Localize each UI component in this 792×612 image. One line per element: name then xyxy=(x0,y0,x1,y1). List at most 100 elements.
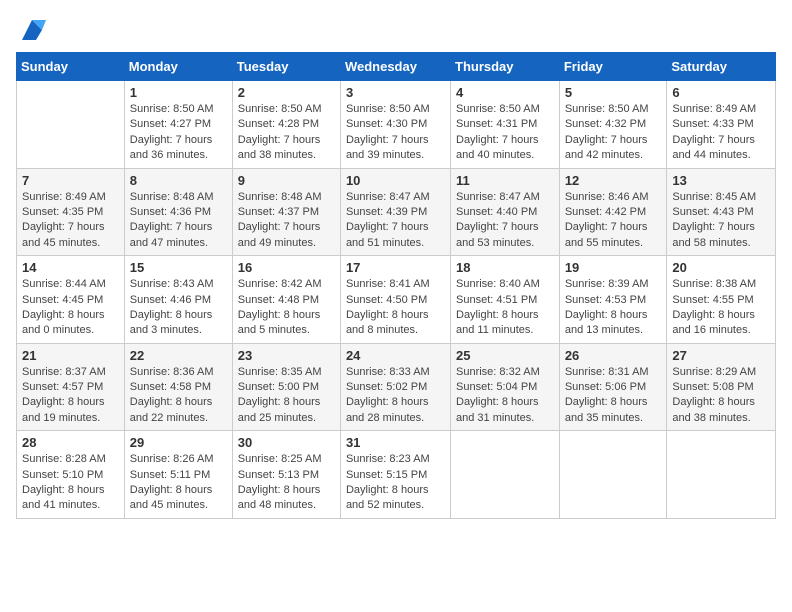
day-info: Sunrise: 8:36 AMSunset: 4:58 PMDaylight:… xyxy=(130,365,227,427)
calendar-cell xyxy=(17,81,125,169)
weekday-header-monday: Monday xyxy=(124,53,232,81)
day-info: Sunrise: 8:48 AMSunset: 4:37 PMDaylight:… xyxy=(238,190,335,252)
day-info: Sunrise: 8:47 AMSunset: 4:39 PMDaylight:… xyxy=(346,190,445,252)
day-number: 27 xyxy=(672,348,770,363)
calendar-cell: 5 Sunrise: 8:50 AMSunset: 4:32 PMDaylight… xyxy=(559,81,667,169)
day-number: 15 xyxy=(130,260,227,275)
day-number: 1 xyxy=(130,85,227,100)
day-number: 5 xyxy=(565,85,662,100)
calendar-week-row: 7Sunrise: 8:49 AMSunset: 4:35 PMDaylight… xyxy=(17,168,776,256)
day-info: Sunrise: 8:26 AMSunset: 5:11 PMDaylight:… xyxy=(130,452,227,514)
day-info: Sunrise: 8:47 AMSunset: 4:40 PMDaylight:… xyxy=(456,190,554,252)
day-info: Sunrise: 8:35 AMSunset: 5:00 PMDaylight:… xyxy=(238,365,335,427)
day-number: 18 xyxy=(456,260,554,275)
calendar-cell: 23 Sunrise: 8:35 AMSunset: 5:00 PMDayligh… xyxy=(232,343,340,431)
logo xyxy=(16,16,46,44)
day-number: 16 xyxy=(238,260,335,275)
day-number: 3 xyxy=(346,85,445,100)
weekday-header-row: SundayMondayTuesdayWednesdayThursdayFrid… xyxy=(17,53,776,81)
calendar-cell: 1 Sunrise: 8:50 AMSunset: 4:27 PMDaylight… xyxy=(124,81,232,169)
day-info: Sunrise: 8:41 AMSunset: 4:50 PMDaylight:… xyxy=(346,277,445,339)
day-info: Sunrise: 8:23 AMSunset: 5:15 PMDaylight:… xyxy=(346,452,445,514)
calendar-body: 1 Sunrise: 8:50 AMSunset: 4:27 PMDaylight… xyxy=(17,81,776,519)
calendar-cell: 9 Sunrise: 8:48 AMSunset: 4:37 PMDaylight… xyxy=(232,168,340,256)
day-number: 21 xyxy=(22,348,119,363)
day-number: 9 xyxy=(238,173,335,188)
calendar-cell: 8Sunrise: 8:48 AMSunset: 4:36 PMDaylight… xyxy=(124,168,232,256)
calendar-cell: 28 Sunrise: 8:28 AMSunset: 5:10 PMDayligh… xyxy=(17,431,125,519)
calendar-cell: 31 Sunrise: 8:23 AMSunset: 5:15 PMDayligh… xyxy=(340,431,450,519)
day-number: 2 xyxy=(238,85,335,100)
day-number: 22 xyxy=(130,348,227,363)
calendar-cell: 14 Sunrise: 8:44 AMSunset: 4:45 PMDayligh… xyxy=(17,256,125,344)
calendar-table: SundayMondayTuesdayWednesdayThursdayFrid… xyxy=(16,52,776,519)
calendar-cell: 25 Sunrise: 8:32 AMSunset: 5:04 PMDayligh… xyxy=(451,343,560,431)
day-info: Sunrise: 8:50 AMSunset: 4:27 PMDaylight:… xyxy=(130,102,227,164)
calendar-week-row: 21 Sunrise: 8:37 AMSunset: 4:57 PMDayligh… xyxy=(17,343,776,431)
day-info: Sunrise: 8:49 AMSunset: 4:35 PMDaylight:… xyxy=(22,190,119,252)
day-info: Sunrise: 8:50 AMSunset: 4:32 PMDaylight:… xyxy=(565,102,662,164)
day-number: 6 xyxy=(672,85,770,100)
calendar-cell: 11 Sunrise: 8:47 AMSunset: 4:40 PMDayligh… xyxy=(451,168,560,256)
day-number: 10 xyxy=(346,173,445,188)
day-info: Sunrise: 8:39 AMSunset: 4:53 PMDaylight:… xyxy=(565,277,662,339)
weekday-header-friday: Friday xyxy=(559,53,667,81)
day-number: 4 xyxy=(456,85,554,100)
weekday-header-saturday: Saturday xyxy=(667,53,776,81)
day-info: Sunrise: 8:32 AMSunset: 5:04 PMDaylight:… xyxy=(456,365,554,427)
calendar-cell: 13Sunrise: 8:45 AMSunset: 4:43 PMDayligh… xyxy=(667,168,776,256)
calendar-cell: 27 Sunrise: 8:29 AMSunset: 5:08 PMDayligh… xyxy=(667,343,776,431)
calendar-week-row: 14 Sunrise: 8:44 AMSunset: 4:45 PMDayligh… xyxy=(17,256,776,344)
logo-icon xyxy=(18,16,46,44)
weekday-header-sunday: Sunday xyxy=(17,53,125,81)
calendar-cell: 29Sunrise: 8:26 AMSunset: 5:11 PMDayligh… xyxy=(124,431,232,519)
calendar-cell xyxy=(667,431,776,519)
day-number: 28 xyxy=(22,435,119,450)
calendar-cell: 2 Sunrise: 8:50 AMSunset: 4:28 PMDaylight… xyxy=(232,81,340,169)
day-number: 30 xyxy=(238,435,335,450)
day-info: Sunrise: 8:40 AMSunset: 4:51 PMDaylight:… xyxy=(456,277,554,339)
day-number: 17 xyxy=(346,260,445,275)
day-info: Sunrise: 8:50 AMSunset: 4:28 PMDaylight:… xyxy=(238,102,335,164)
day-number: 20 xyxy=(672,260,770,275)
day-number: 8 xyxy=(130,173,227,188)
day-info: Sunrise: 8:38 AMSunset: 4:55 PMDaylight:… xyxy=(672,277,770,339)
day-number: 13 xyxy=(672,173,770,188)
calendar-cell: 12Sunrise: 8:46 AMSunset: 4:42 PMDayligh… xyxy=(559,168,667,256)
calendar-cell: 16 Sunrise: 8:42 AMSunset: 4:48 PMDayligh… xyxy=(232,256,340,344)
calendar-cell xyxy=(559,431,667,519)
day-info: Sunrise: 8:28 AMSunset: 5:10 PMDaylight:… xyxy=(22,452,119,514)
day-info: Sunrise: 8:29 AMSunset: 5:08 PMDaylight:… xyxy=(672,365,770,427)
day-number: 31 xyxy=(346,435,445,450)
day-number: 11 xyxy=(456,173,554,188)
calendar-cell: 10 Sunrise: 8:47 AMSunset: 4:39 PMDayligh… xyxy=(340,168,450,256)
day-info: Sunrise: 8:44 AMSunset: 4:45 PMDaylight:… xyxy=(22,277,119,339)
calendar-cell: 18 Sunrise: 8:40 AMSunset: 4:51 PMDayligh… xyxy=(451,256,560,344)
calendar-week-row: 28 Sunrise: 8:28 AMSunset: 5:10 PMDayligh… xyxy=(17,431,776,519)
calendar-cell: 26Sunrise: 8:31 AMSunset: 5:06 PMDayligh… xyxy=(559,343,667,431)
calendar-cell: 3 Sunrise: 8:50 AMSunset: 4:30 PMDaylight… xyxy=(340,81,450,169)
page-header xyxy=(16,16,776,44)
weekday-header-tuesday: Tuesday xyxy=(232,53,340,81)
day-number: 14 xyxy=(22,260,119,275)
calendar-cell: 22 Sunrise: 8:36 AMSunset: 4:58 PMDayligh… xyxy=(124,343,232,431)
day-number: 25 xyxy=(456,348,554,363)
day-number: 26 xyxy=(565,348,662,363)
calendar-cell: 6Sunrise: 8:49 AMSunset: 4:33 PMDaylight… xyxy=(667,81,776,169)
day-number: 12 xyxy=(565,173,662,188)
day-info: Sunrise: 8:42 AMSunset: 4:48 PMDaylight:… xyxy=(238,277,335,339)
calendar-week-row: 1 Sunrise: 8:50 AMSunset: 4:27 PMDaylight… xyxy=(17,81,776,169)
calendar-cell: 4Sunrise: 8:50 AMSunset: 4:31 PMDaylight… xyxy=(451,81,560,169)
calendar-cell xyxy=(451,431,560,519)
day-info: Sunrise: 8:43 AMSunset: 4:46 PMDaylight:… xyxy=(130,277,227,339)
calendar-cell: 24Sunrise: 8:33 AMSunset: 5:02 PMDayligh… xyxy=(340,343,450,431)
day-number: 23 xyxy=(238,348,335,363)
calendar-cell: 17 Sunrise: 8:41 AMSunset: 4:50 PMDayligh… xyxy=(340,256,450,344)
weekday-header-thursday: Thursday xyxy=(451,53,560,81)
calendar-cell: 21 Sunrise: 8:37 AMSunset: 4:57 PMDayligh… xyxy=(17,343,125,431)
calendar-cell: 15 Sunrise: 8:43 AMSunset: 4:46 PMDayligh… xyxy=(124,256,232,344)
day-info: Sunrise: 8:37 AMSunset: 4:57 PMDaylight:… xyxy=(22,365,119,427)
day-info: Sunrise: 8:33 AMSunset: 5:02 PMDaylight:… xyxy=(346,365,445,427)
calendar-cell: 30Sunrise: 8:25 AMSunset: 5:13 PMDayligh… xyxy=(232,431,340,519)
day-info: Sunrise: 8:50 AMSunset: 4:30 PMDaylight:… xyxy=(346,102,445,164)
